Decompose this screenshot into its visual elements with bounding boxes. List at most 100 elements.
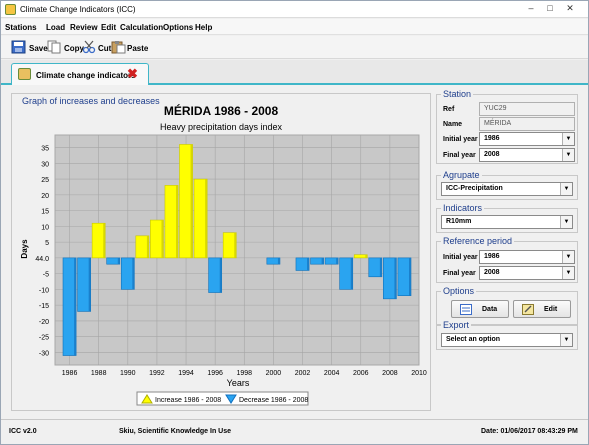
cut-button[interactable]: Cut [82,39,111,56]
chevron-down-icon[interactable]: ▼ [562,149,574,161]
close-window-button[interactable]: ✕ [562,3,578,15]
paste-button[interactable]: Paste [111,39,149,56]
version-label: ICC v2.0 [9,428,37,435]
indicators-select[interactable]: R10mm ▼ [441,215,573,229]
chevron-down-icon[interactable]: ▼ [560,334,572,346]
tab-climate-change-indicators[interactable]: Climate change indicators ✖ [11,63,149,85]
y-tick-label: 25 [41,177,49,184]
y-tick-label: -15 [39,303,49,310]
name-field: MÉRIDA [479,117,575,131]
toolbar: Save Copy Cut Paste [1,36,588,59]
agrupate-group: Agrupate ICC-Precipitation ▼ [436,170,578,200]
paste-label: Paste [127,44,149,53]
bar-chart: MÉRIDA 1986 - 2008 Heavy precipitation d… [20,103,427,406]
scissors-icon [82,40,96,54]
y-tick-label: 10 [41,224,49,231]
bar-shade [132,257,135,290]
legend-decrease-label: Decrease 1986 - 2008 [239,397,308,404]
x-tick-label: 1990 [120,370,136,377]
menu-help[interactable]: Help [195,23,212,32]
chevron-down-icon[interactable]: ▼ [562,267,574,279]
indicators-group: Indicators R10mm ▼ [436,203,578,233]
ref-initial-year-select[interactable]: 1986 ▼ [479,250,575,264]
menu-review[interactable]: Review [70,23,98,32]
copy-icon [47,40,61,54]
x-tick-label: 2004 [324,370,340,377]
plot-area [54,134,420,366]
ref-initial-year-label: Initial year [443,254,478,261]
y-tick-label: -5 [43,272,49,279]
chevron-down-icon[interactable]: ▼ [560,183,572,195]
ref-label: Ref [443,106,455,113]
menu-stations[interactable]: Stations [5,23,37,32]
ref-final-year-select[interactable]: 2008 ▼ [479,266,575,280]
bar-shade [205,179,208,258]
bar-shade [307,257,310,271]
bar-shade [379,257,382,277]
station-group: Station Ref YUC29 Name MÉRIDA Initial ye… [436,89,578,164]
menu-options[interactable]: Options [163,23,193,32]
menu-bar: Stations Load Review Edit Calculation Op… [1,19,588,35]
y-tick-label: 30 [41,161,49,168]
y-tick-label: 20 [41,193,49,200]
graph-panel: Graph of increases and decreases MÉRIDA … [11,93,431,411]
export-value: Select an option [446,336,501,343]
x-tick-label: 1998 [236,370,252,377]
bar-shade [161,220,164,258]
menu-calculation[interactable]: Calculation [120,23,163,32]
chevron-down-icon[interactable]: ▼ [562,133,574,145]
agrupate-value: ICC-Precipitation [446,185,503,192]
agrupate-select[interactable]: ICC-Precipitation ▼ [441,182,573,196]
export-select[interactable]: Select an option ▼ [441,333,573,347]
edit-button[interactable]: Edit [513,300,571,318]
maximize-button[interactable]: □ [542,3,558,15]
edit-icon [522,304,534,315]
y-tick-label: -10 [39,287,49,294]
bar-shade [74,257,77,356]
data-button-label: Data [482,306,498,313]
bar-shade [176,185,179,258]
reference-period-group: Reference period Initial year 1986 ▼ Fin… [436,236,578,283]
x-tick-label: 2000 [266,370,282,377]
indicators-group-title: Indicators [441,203,485,213]
save-button[interactable]: Save [11,39,49,56]
x-tick-label: 2010 [411,370,427,377]
data-button[interactable]: Data [451,300,509,318]
bar-shade [408,257,411,296]
y-tick-label: -30 [39,350,49,357]
menu-edit[interactable]: Edit [101,23,116,32]
ref-field: YUC29 [479,102,575,116]
initial-year-value: 1986 [484,135,500,142]
x-tick-label: 2006 [353,370,369,377]
chart-icon [18,68,31,80]
ref-final-year-value: 2008 [484,269,500,276]
close-icon[interactable]: ✖ [127,67,138,81]
final-year-value: 2008 [484,151,500,158]
copy-label: Copy [64,44,84,53]
bar-shade [117,257,120,265]
app-window: Climate Change Indicators (ICC) – □ ✕ St… [0,0,589,445]
final-year-label: Final year [443,152,476,159]
menu-load[interactable]: Load [46,23,65,32]
chevron-down-icon[interactable]: ▼ [560,216,572,228]
x-tick-label: 1996 [207,370,223,377]
bar-shade [277,257,280,265]
minimize-button[interactable]: – [523,3,539,15]
x-tick-label: 1988 [91,370,107,377]
x-axis-ticks: 1986 1988 1990 1992 1994 1996 1998 2000 2002 2004… [62,370,427,377]
initial-year-label: Initial year [443,136,478,143]
x-tick-label: 2002 [295,370,311,377]
x-tick-label: 1986 [62,370,78,377]
export-group-title: Export [441,320,472,330]
tab-strip: Climate change indicators ✖ [1,60,588,85]
initial-year-select[interactable]: 1986 ▼ [479,132,575,146]
chart-title: MÉRIDA 1986 - 2008 [164,103,279,118]
datetime-label: Date: 01/06/2017 08:43:29 PM [481,428,578,435]
bar-shade [88,257,91,312]
station-group-title: Station [441,89,474,99]
copy-button[interactable]: Copy [47,39,84,56]
save-label: Save [29,44,48,53]
bar-shade [234,232,237,258]
final-year-select[interactable]: 2008 ▼ [479,148,575,162]
chevron-down-icon[interactable]: ▼ [562,251,574,263]
